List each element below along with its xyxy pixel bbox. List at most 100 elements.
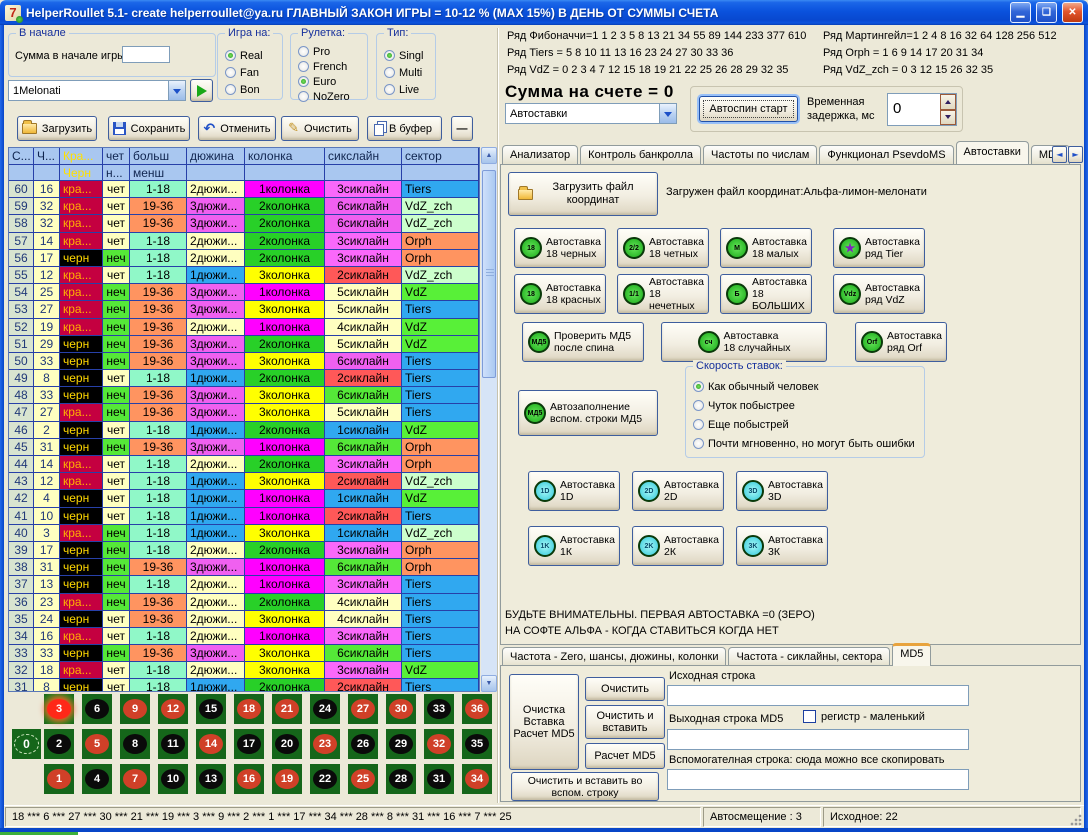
radio-Чуток побыстрее[interactable]: Чуток побыстрее bbox=[693, 396, 915, 415]
undo-button[interactable]: ↶Отменить bbox=[198, 116, 276, 141]
radio-Euro[interactable]: Euro bbox=[298, 74, 350, 89]
board-number-31[interactable]: 31 bbox=[424, 764, 454, 794]
bet-button-Автоставка 18 БОЛЬШИХ[interactable]: БАвтоставка18 БОЛЬШИХ bbox=[720, 274, 812, 314]
tabs-scroll-left-icon[interactable]: ◄ bbox=[1052, 146, 1067, 163]
bet-button-Автоставка ряд VdZ[interactable]: VdzАвтоставкаряд VdZ bbox=[833, 274, 925, 314]
table-row[interactable]: 4414кра...чет1-182дюжи...2колонка3сиклай… bbox=[9, 456, 479, 473]
board-number-15[interactable]: 15 bbox=[196, 694, 226, 724]
tab-Функционал PsevdoMS[interactable]: Функционал PsevdoMS bbox=[819, 145, 953, 164]
md5-calc-button[interactable]: Расчет MD5 bbox=[585, 743, 665, 769]
board-number-36[interactable]: 36 bbox=[462, 694, 492, 724]
case-checkbox-row[interactable]: регистр - маленький bbox=[803, 710, 925, 723]
radio-Multi[interactable]: Multi bbox=[384, 64, 423, 81]
radio-Pro[interactable]: Pro bbox=[298, 44, 350, 59]
radio-NoZero[interactable]: NoZero bbox=[298, 89, 350, 104]
md5-clear-paste-button[interactable]: Очистить и вставить bbox=[585, 705, 665, 739]
tab-Частота - сиклайны, сектора[interactable]: Частота - сиклайны, сектора bbox=[728, 647, 890, 666]
chevron-down-icon[interactable] bbox=[659, 104, 676, 123]
md5-out-input[interactable] bbox=[667, 729, 969, 750]
radio-Singl[interactable]: Singl bbox=[384, 47, 423, 64]
board-number-2[interactable]: 2 bbox=[44, 729, 74, 759]
bet-button-Автоставка ряд Orf[interactable]: OrfАвтоставкаряд Orf bbox=[855, 322, 947, 362]
board-number-7[interactable]: 7 bbox=[120, 764, 150, 794]
radio-French[interactable]: French bbox=[298, 59, 350, 74]
board-number-22[interactable]: 22 bbox=[310, 764, 340, 794]
md5-big-button[interactable]: Очистка Вставка Расчет MD5 bbox=[509, 674, 579, 770]
board-number-5[interactable]: 5 bbox=[82, 729, 112, 759]
table-row[interactable]: 3713черннеч1-182дюжи...1колонка3сиклайнT… bbox=[9, 576, 479, 593]
scroll-down-icon[interactable]: ▼ bbox=[481, 675, 497, 692]
clear-button[interactable]: ✎Очистить bbox=[281, 116, 359, 141]
board-number-12[interactable]: 12 bbox=[158, 694, 188, 724]
board-number-11[interactable]: 11 bbox=[158, 729, 188, 759]
chevron-down-icon[interactable] bbox=[168, 81, 185, 100]
board-number-14[interactable]: 14 bbox=[196, 729, 226, 759]
tab-MD5[interactable]: MD5 bbox=[892, 643, 931, 666]
table-row[interactable]: 5832кра...чет19-363дюжи...2колонка6сикла… bbox=[9, 215, 479, 232]
table-row[interactable]: 3218кра...чет1-182дюжи...3колонка3сиклай… bbox=[9, 662, 479, 679]
table-row[interactable]: 498чернчет1-181дюжи...2колонка2сиклайнTi… bbox=[9, 370, 479, 387]
table-row[interactable]: 318чернчет1-181дюжи...2колонка2сиклайнTi… bbox=[9, 679, 479, 692]
tab-Частоты по числам[interactable]: Частоты по числам bbox=[703, 145, 817, 164]
radio-Real[interactable]: Real bbox=[225, 47, 263, 64]
spinner-up-icon[interactable] bbox=[940, 94, 956, 110]
bet-button-Автоставка ряд Tier[interactable]: Автоставкаряд Tier bbox=[833, 228, 925, 268]
board-number-8[interactable]: 8 bbox=[120, 729, 150, 759]
table-row[interactable]: 3416кра...чет1-182дюжи...1колонка3сиклай… bbox=[9, 628, 479, 645]
table-row[interactable]: 5129черннеч19-363дюжи...2колонка5сиклайн… bbox=[9, 336, 479, 353]
board-number-6[interactable]: 6 bbox=[82, 694, 112, 724]
radio-Как обычный человек[interactable]: Как обычный человек bbox=[693, 377, 915, 396]
board-number-32[interactable]: 32 bbox=[424, 729, 454, 759]
board-zero-cell[interactable]: 0 bbox=[12, 729, 41, 759]
to-buffer-button[interactable]: В буфер bbox=[367, 116, 442, 141]
table-row[interactable]: 3623кра...неч19-362дюжи...2колонка4сикла… bbox=[9, 594, 479, 611]
resize-grip[interactable] bbox=[1070, 814, 1082, 826]
table-row[interactable]: 424чернчет1-181дюжи...1колонка1сиклайнVd… bbox=[9, 490, 479, 507]
board-number-25[interactable]: 25 bbox=[348, 764, 378, 794]
scrollbar-thumb[interactable] bbox=[482, 170, 496, 378]
radio-Fan[interactable]: Fan bbox=[225, 64, 263, 81]
board-number-4[interactable]: 4 bbox=[82, 764, 112, 794]
radio-Bon[interactable]: Bon bbox=[225, 81, 263, 98]
autospin-start-button[interactable]: Автоспин старт bbox=[699, 96, 798, 122]
radio-Почти мгновенно, но могут быть ошибки[interactable]: Почти мгновенно, но могут быть ошибки bbox=[693, 434, 915, 453]
board-number-21[interactable]: 21 bbox=[272, 694, 302, 724]
apply-profile-button[interactable] bbox=[190, 79, 213, 102]
table-row[interactable]: 3917черннеч1-182дюжи...2колонка3сиклайнO… bbox=[9, 542, 479, 559]
delay-spinner[interactable]: 0 bbox=[887, 93, 957, 126]
table-row[interactable]: 4833черннеч19-363дюжи...3колонка6сиклайн… bbox=[9, 387, 479, 404]
bet-button-Автоставка 18 малых[interactable]: МАвтоставка18 малых bbox=[720, 228, 812, 268]
bet-button-Автоставка 18 нечетных[interactable]: 1/1Автоставка18 нечетных bbox=[617, 274, 709, 314]
minimize-button[interactable]: ▁ bbox=[1010, 2, 1031, 23]
board-number-33[interactable]: 33 bbox=[424, 694, 454, 724]
bet-button-Автоставка 1D[interactable]: 1DАвтоставка1D bbox=[528, 471, 620, 511]
bet-button-Автоставка 3К[interactable]: 3KАвтоставка3К bbox=[736, 526, 828, 566]
save-button[interactable]: Сохранить bbox=[108, 116, 190, 141]
board-number-24[interactable]: 24 bbox=[310, 694, 340, 724]
board-number-1[interactable]: 1 bbox=[44, 764, 74, 794]
scroll-up-icon[interactable]: ▲ bbox=[481, 147, 497, 164]
radio-Еще побыстрей[interactable]: Еще побыстрей bbox=[693, 415, 915, 434]
load-coords-button[interactable]: Загрузить файл координат bbox=[508, 172, 658, 216]
table-row[interactable]: 4110чернчет1-181дюжи...1колонка2сиклайнT… bbox=[9, 508, 479, 525]
bet-button-Автоставка 18 красных[interactable]: 18Автоставка18 красных bbox=[514, 274, 606, 314]
board-number-28[interactable]: 28 bbox=[386, 764, 416, 794]
table-row[interactable]: 3333черннеч19-363дюжи...3колонка6сиклайн… bbox=[9, 645, 479, 662]
table-row[interactable]: 5512кра...чет1-181дюжи...3колонка2сиклай… bbox=[9, 267, 479, 284]
spinner-down-icon[interactable] bbox=[940, 110, 956, 126]
load-button[interactable]: Загрузить bbox=[17, 116, 97, 141]
table-row[interactable]: 5327кра...неч19-363дюжи...3колонка5сикла… bbox=[9, 301, 479, 318]
table-row[interactable]: 5617черннеч1-182дюжи...2колонка3сиклайнO… bbox=[9, 250, 479, 267]
table-scrollbar[interactable]: ▲ ▼ bbox=[481, 147, 497, 692]
tab-Контроль банкролла[interactable]: Контроль банкролла bbox=[580, 145, 701, 164]
board-number-19[interactable]: 19 bbox=[272, 764, 302, 794]
md5-clear-paste-aux-button[interactable]: Очистить и вставить во вспом. строку bbox=[511, 772, 659, 801]
table-row[interactable]: 4312кра...чет1-181дюжи...3колонка2сиклай… bbox=[9, 473, 479, 490]
board-number-9[interactable]: 9 bbox=[120, 694, 150, 724]
table-row[interactable]: 462чернчет1-181дюжи...2колонка1сиклайнVd… bbox=[9, 422, 479, 439]
close-button[interactable]: ✕ bbox=[1062, 2, 1083, 23]
tabs-scroll-right-icon[interactable]: ► bbox=[1068, 146, 1083, 163]
bet-button-Автоставка 2D[interactable]: 2DАвтоставка2D bbox=[632, 471, 724, 511]
board-number-16[interactable]: 16 bbox=[234, 764, 264, 794]
board-number-26[interactable]: 26 bbox=[348, 729, 378, 759]
